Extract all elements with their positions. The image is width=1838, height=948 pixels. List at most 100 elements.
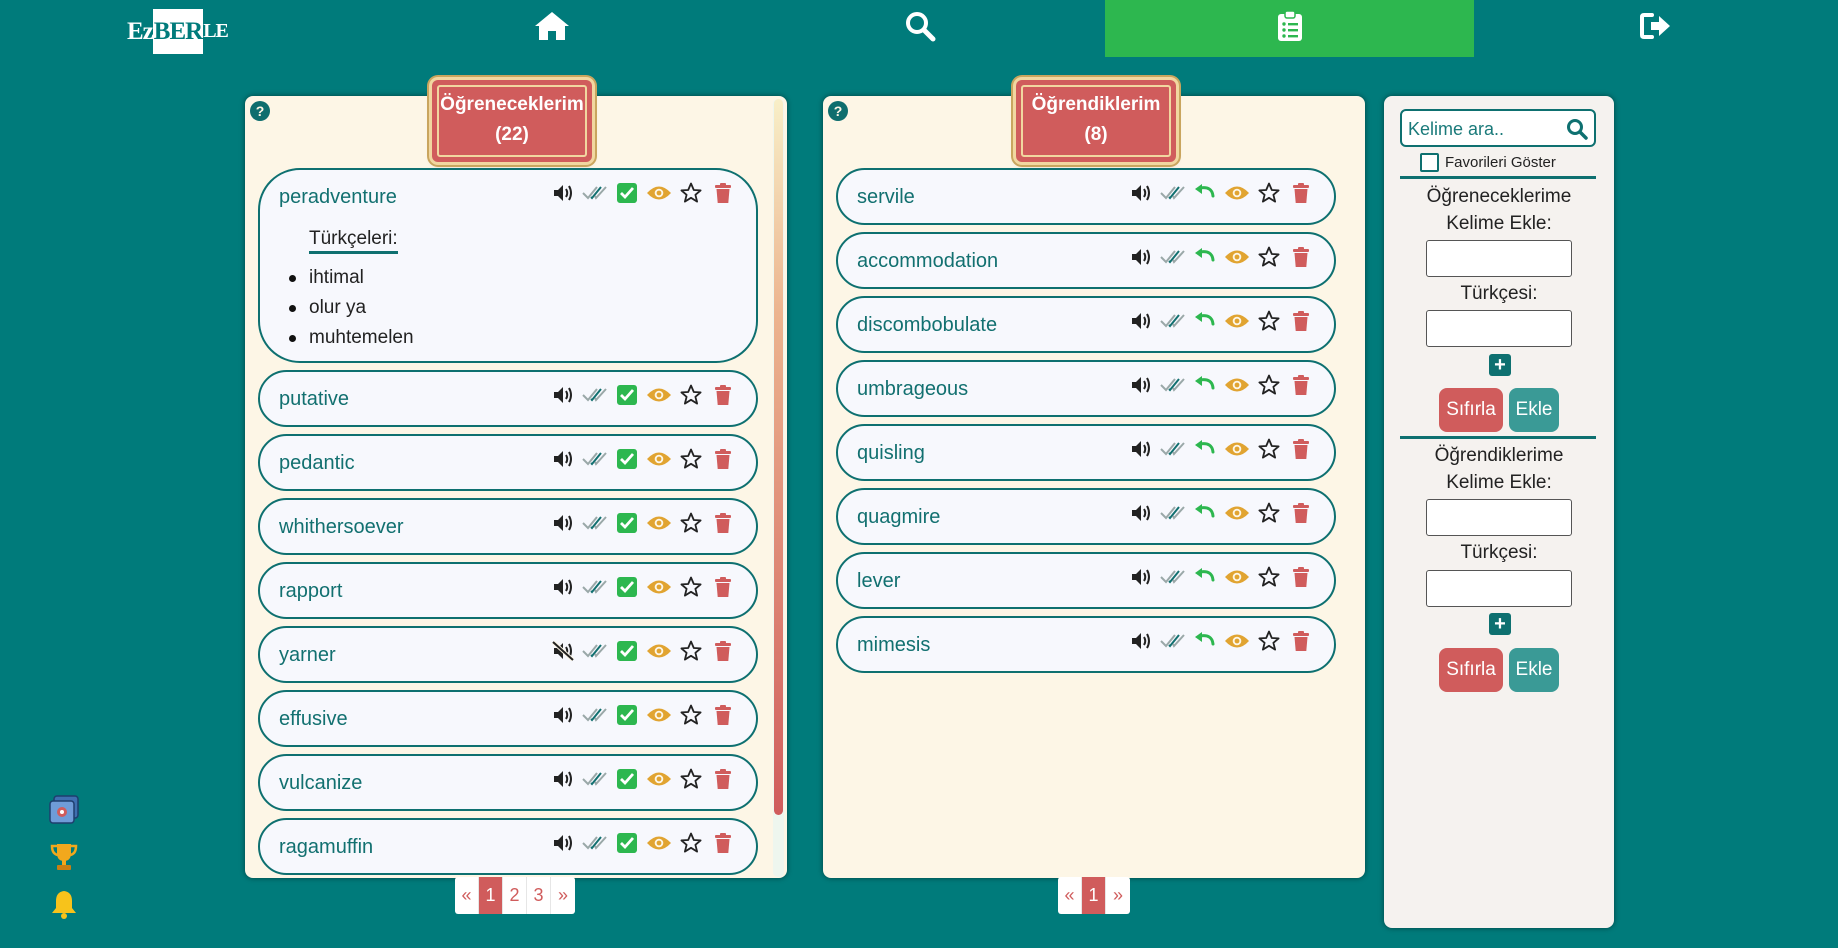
trash-icon[interactable]: [707, 767, 739, 791]
star-icon[interactable]: [675, 639, 707, 663]
pagination-next[interactable]: »: [551, 877, 575, 914]
pagination-prev[interactable]: «: [455, 877, 479, 914]
undo-icon[interactable]: [1189, 373, 1221, 397]
eye-icon[interactable]: [643, 181, 675, 205]
word-label[interactable]: vulcanize: [279, 772, 362, 795]
search-input[interactable]: [1408, 117, 1558, 141]
learned-checkbox-icon[interactable]: [611, 767, 643, 791]
undo-icon[interactable]: [1189, 245, 1221, 269]
eye-icon[interactable]: [1221, 309, 1253, 333]
word-label[interactable]: quagmire: [857, 506, 940, 529]
eye-icon[interactable]: [643, 767, 675, 791]
speaker-icon[interactable]: [547, 447, 579, 471]
speaker-icon[interactable]: [547, 831, 579, 855]
trash-icon[interactable]: [1285, 373, 1317, 397]
word-card[interactable]: effusive: [258, 690, 758, 747]
speaker-icon[interactable]: [1125, 181, 1157, 205]
speaker-icon[interactable]: [1125, 373, 1157, 397]
star-icon[interactable]: [1253, 245, 1285, 269]
trash-icon[interactable]: [707, 575, 739, 599]
double-check-icon[interactable]: [579, 703, 611, 727]
star-icon[interactable]: [675, 703, 707, 727]
eye-icon[interactable]: [1221, 181, 1253, 205]
word-card[interactable]: mimesis: [836, 616, 1336, 673]
add-learned-turkish-input[interactable]: [1426, 570, 1572, 607]
word-card[interactable]: quisling: [836, 424, 1336, 481]
speaker-icon[interactable]: [1125, 437, 1157, 461]
trash-icon[interactable]: [1285, 565, 1317, 589]
trash-icon[interactable]: [1285, 309, 1317, 333]
word-card[interactable]: putative: [258, 370, 758, 427]
eye-icon[interactable]: [1221, 373, 1253, 397]
trash-icon[interactable]: [707, 831, 739, 855]
trash-icon[interactable]: [707, 447, 739, 471]
word-label[interactable]: peradventure: [279, 186, 397, 209]
word-card[interactable]: accommodation: [836, 232, 1336, 289]
double-check-icon[interactable]: [1157, 373, 1189, 397]
search-icon[interactable]: [1566, 118, 1588, 145]
undo-icon[interactable]: [1189, 501, 1221, 525]
add-to-learn-add-button[interactable]: Ekle: [1509, 388, 1559, 432]
learned-checkbox-icon[interactable]: [611, 181, 643, 205]
speaker-icon[interactable]: [1125, 565, 1157, 589]
app-logo[interactable]: Ez BER LE: [127, 9, 229, 54]
word-label[interactable]: effusive: [279, 708, 348, 731]
learned-checkbox-icon[interactable]: [611, 383, 643, 407]
add-learned-reset-button[interactable]: Sıfırla: [1439, 648, 1503, 692]
double-check-icon[interactable]: [1157, 629, 1189, 653]
trash-icon[interactable]: [707, 511, 739, 535]
double-check-icon[interactable]: [579, 831, 611, 855]
word-label[interactable]: rapport: [279, 580, 342, 603]
to-learn-scrollbar[interactable]: [773, 99, 784, 877]
speaker-icon[interactable]: [547, 511, 579, 535]
eye-icon[interactable]: [1221, 245, 1253, 269]
speaker-icon[interactable]: [547, 575, 579, 599]
double-check-icon[interactable]: [1157, 565, 1189, 589]
trash-icon[interactable]: [1285, 181, 1317, 205]
speaker-icon[interactable]: [547, 383, 579, 407]
trash-icon[interactable]: [1285, 501, 1317, 525]
favorites-checkbox[interactable]: [1420, 153, 1439, 172]
word-card[interactable]: peradventure Türkçeleri: ihtimal olur ya muh…: [258, 168, 758, 363]
undo-icon[interactable]: [1189, 629, 1221, 653]
star-icon[interactable]: [1253, 309, 1285, 333]
help-icon[interactable]: ?: [828, 101, 848, 121]
word-card[interactable]: lever: [836, 552, 1336, 609]
speaker-muted-icon[interactable]: [547, 639, 579, 663]
nav-search-button[interactable]: [736, 0, 1104, 57]
profile-card-icon[interactable]: [48, 794, 80, 826]
double-check-icon[interactable]: [579, 511, 611, 535]
trash-icon[interactable]: [707, 181, 739, 205]
learned-checkbox-icon[interactable]: [611, 511, 643, 535]
speaker-icon[interactable]: [547, 703, 579, 727]
star-icon[interactable]: [1253, 437, 1285, 461]
trash-icon[interactable]: [1285, 437, 1317, 461]
word-label[interactable]: umbrageous: [857, 378, 968, 401]
nav-wordlist-button[interactable]: [1105, 0, 1474, 57]
favorites-toggle[interactable]: Favorileri Göster: [1420, 153, 1556, 172]
pagination-page[interactable]: 1: [1082, 877, 1106, 914]
speaker-icon[interactable]: [1125, 309, 1157, 333]
add-to-learn-reset-button[interactable]: Sıfırla: [1439, 388, 1503, 432]
add-to-learn-word-input[interactable]: [1426, 240, 1572, 277]
undo-icon[interactable]: [1189, 309, 1221, 333]
word-label[interactable]: lever: [857, 570, 900, 593]
word-label[interactable]: mimesis: [857, 634, 930, 657]
word-label[interactable]: whithersoever: [279, 516, 404, 539]
star-icon[interactable]: [675, 767, 707, 791]
eye-icon[interactable]: [1221, 437, 1253, 461]
word-card[interactable]: quagmire: [836, 488, 1336, 545]
eye-icon[interactable]: [643, 447, 675, 471]
eye-icon[interactable]: [643, 831, 675, 855]
undo-icon[interactable]: [1189, 565, 1221, 589]
speaker-icon[interactable]: [547, 181, 579, 205]
word-card[interactable]: pedantic: [258, 434, 758, 491]
trash-icon[interactable]: [707, 703, 739, 727]
double-check-icon[interactable]: [1157, 437, 1189, 461]
double-check-icon[interactable]: [579, 639, 611, 663]
eye-icon[interactable]: [1221, 629, 1253, 653]
speaker-icon[interactable]: [1125, 629, 1157, 653]
star-icon[interactable]: [675, 181, 707, 205]
pagination-prev[interactable]: «: [1058, 877, 1082, 914]
bell-icon[interactable]: [48, 888, 80, 920]
